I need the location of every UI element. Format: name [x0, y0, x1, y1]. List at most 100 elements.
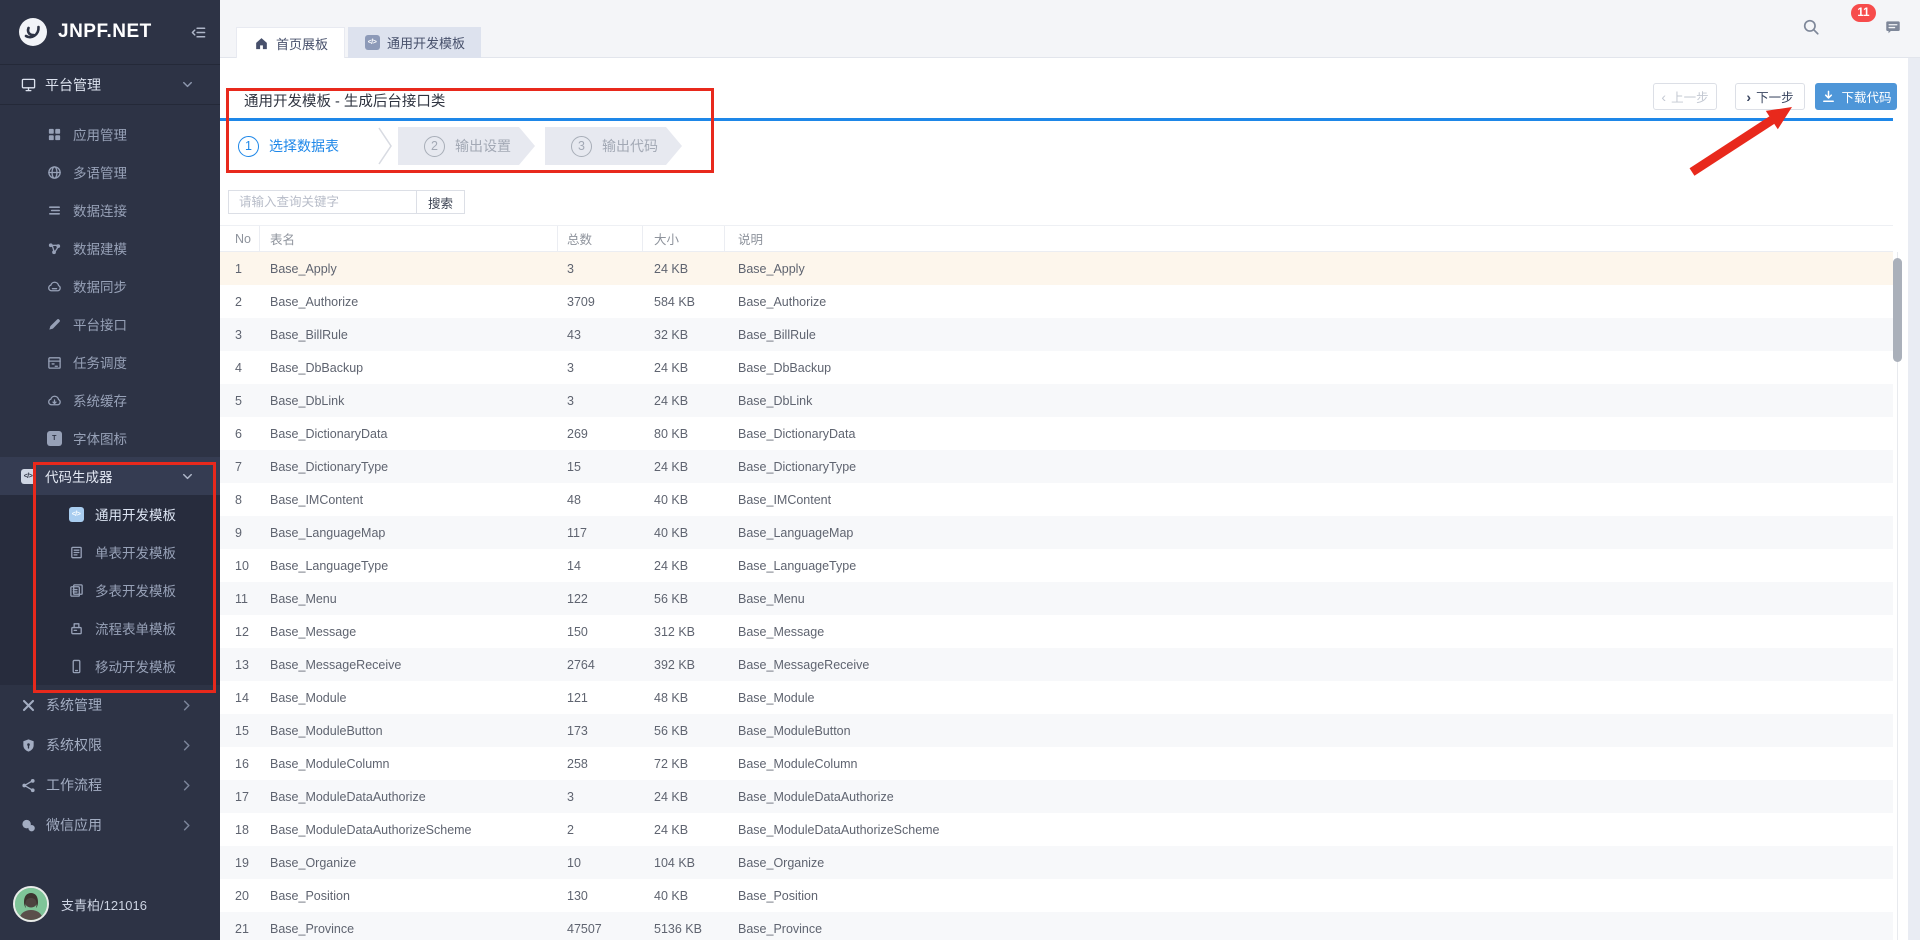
sidebar-section-label: 平台管理: [45, 76, 101, 93]
table-cell: Base_ModuleButton: [270, 723, 383, 738]
sidebar-subitem[interactable]: 多表开发模板: [0, 571, 220, 609]
table-row[interactable]: 12 Base_Message 150 312 KB Base_Message: [220, 615, 1893, 648]
column-header[interactable]: 大小: [643, 226, 725, 251]
sidebar-items: 应用管理 多语管理 数据连接 数据建模 数据同步 平台接口 任务调度 系统缓存 T 字体图标: [0, 105, 220, 457]
table-cell: 12: [235, 624, 249, 639]
table-row[interactable]: 11 Base_Menu 122 56 KB Base_Menu: [220, 582, 1893, 615]
search-button[interactable]: 搜索: [416, 190, 465, 214]
table-cell: 24 KB: [654, 822, 689, 837]
sidebar-subitem[interactable]: 流程表单模板: [0, 609, 220, 647]
bell-icon[interactable]: 11: [1842, 4, 1876, 36]
sidebar-section-platform-management[interactable]: 平台管理: [0, 64, 220, 105]
table-cell: Base_LanguageMap: [270, 525, 386, 540]
sidebar-item-code-generator[interactable]: </> 代码生成器: [0, 457, 220, 495]
column-header[interactable]: 表名: [260, 226, 558, 251]
column-header[interactable]: No: [220, 226, 260, 251]
sidebar-subitem[interactable]: 单表开发模板: [0, 533, 220, 571]
table-cell: 24 KB: [654, 558, 689, 573]
sidebar-item[interactable]: 数据连接: [0, 191, 220, 229]
table-row[interactable]: 8 Base_IMContent 48 40 KB Base_IMContent: [220, 483, 1893, 516]
table-cell: 43: [567, 327, 581, 342]
sidebar-item[interactable]: 系统管理: [0, 685, 220, 725]
sidebar-subitem[interactable]: </> 通用开发模板: [0, 495, 220, 533]
table-cell: 3: [567, 360, 574, 375]
chevron-right-icon: [178, 737, 194, 753]
table-row[interactable]: 7 Base_DictionaryType 15 24 KB Base_Dictiona…: [220, 450, 1893, 483]
shield-icon: [20, 737, 36, 753]
sidebar-item-label: 字体图标: [73, 432, 127, 447]
table-row[interactable]: 14 Base_Module 121 48 KB Base_Module: [220, 681, 1893, 714]
search-icon[interactable]: [1801, 17, 1820, 36]
table-cell: 24 KB: [654, 393, 689, 408]
chevron-down-icon: [179, 77, 195, 93]
table-cell: Base_MessageReceive: [270, 657, 402, 672]
sidebar-item[interactable]: T 字体图标: [0, 419, 220, 457]
table-cell: Base_Organize: [738, 855, 825, 870]
step-number: 1: [238, 135, 259, 157]
scrollbar-thumb[interactable]: [1893, 258, 1902, 362]
data-sync-icon: [46, 278, 62, 294]
table-cell: 7: [235, 459, 242, 474]
sidebar-subitem[interactable]: 移动开发模板: [0, 647, 220, 685]
table-cell: 16: [235, 756, 249, 771]
table-row[interactable]: 2 Base_Authorize 3709 584 KB Base_Authorize: [220, 285, 1893, 318]
single-table-icon: [68, 544, 84, 560]
sidebar-item[interactable]: 应用管理: [0, 115, 220, 153]
table-row[interactable]: 6 Base_DictionaryData 269 80 KB Base_Diction…: [220, 417, 1893, 450]
table-row[interactable]: 16 Base_ModuleColumn 258 72 KB Base_ModuleCo…: [220, 747, 1893, 780]
table-row[interactable]: 1 Base_Apply 3 24 KB Base_Apply: [220, 252, 1893, 285]
sidebar-item[interactable]: 平台接口: [0, 305, 220, 343]
cache-icon: [46, 392, 62, 408]
table-row[interactable]: 17 Base_ModuleDataAuthorize 3 24 KB Base_Mod…: [220, 780, 1893, 813]
table-row[interactable]: 4 Base_DbBackup 3 24 KB Base_DbBackup: [220, 351, 1893, 384]
table-row[interactable]: 18 Base_ModuleDataAuthorizeScheme 2 24 KB Ba…: [220, 813, 1893, 846]
table-cell: 3: [567, 789, 574, 804]
sidebar-subitem-label: 流程表单模板: [95, 622, 176, 637]
table-row[interactable]: 13 Base_MessageReceive 2764 392 KB Base_Mess…: [220, 648, 1893, 681]
table-cell: Base_DictionaryData: [738, 426, 856, 441]
table-cell: 24 KB: [654, 459, 689, 474]
sidebar-item[interactable]: 系统缓存: [0, 381, 220, 419]
table-row[interactable]: 21 Base_Province 47507 5136 KB Base_Province: [220, 912, 1893, 940]
tab-item[interactable]: 首页展板: [236, 27, 346, 58]
table-row[interactable]: 19 Base_Organize 10 104 KB Base_Organize: [220, 846, 1893, 879]
table-cell: Base_LanguageType: [270, 558, 389, 573]
table-row[interactable]: 10 Base_LanguageType 14 24 KB Base_LanguageT…: [220, 549, 1893, 582]
table-cell: Base_ModuleDataAuthorizeScheme: [270, 822, 472, 837]
sidebar-item[interactable]: 数据建模: [0, 229, 220, 267]
sidebar-item[interactable]: 工作流程: [0, 765, 220, 805]
table-row[interactable]: 3 Base_BillRule 43 32 KB Base_BillRule: [220, 318, 1893, 351]
column-header[interactable]: 说明: [725, 226, 1893, 251]
collapse-sidebar-icon[interactable]: [190, 24, 206, 40]
column-header[interactable]: 总数: [558, 226, 643, 251]
table-row[interactable]: 15 Base_ModuleButton 173 56 KB Base_ModuleBu…: [220, 714, 1893, 747]
user-profile[interactable]: 支青柏/121016: [13, 886, 147, 922]
table-row[interactable]: 5 Base_DbLink 3 24 KB Base_DbLink: [220, 384, 1893, 417]
message-icon[interactable]: [1883, 17, 1902, 36]
table-cell: 47507: [567, 921, 602, 936]
annotation-arrow: [1689, 107, 1792, 176]
sidebar-item[interactable]: 系统权限: [0, 725, 220, 765]
step-2: 2 输出设置: [398, 127, 535, 165]
tab-active[interactable]: </> 通用开发模板: [348, 27, 482, 58]
sidebar-item[interactable]: 数据同步: [0, 267, 220, 305]
download-icon: [1820, 89, 1836, 105]
table-cell: Base_IMContent: [738, 492, 832, 507]
sidebar-item[interactable]: 微信应用: [0, 805, 220, 845]
next-step-button[interactable]: › 下一步: [1735, 83, 1805, 110]
table-row[interactable]: 20 Base_Position 130 40 KB Base_Position: [220, 879, 1893, 912]
prev-step-button[interactable]: ‹ 上一步: [1653, 83, 1717, 110]
code-generator-icon: </>: [20, 468, 36, 484]
sidebar-item[interactable]: 多语管理: [0, 153, 220, 191]
sidebar-item[interactable]: 任务调度: [0, 343, 220, 381]
table-row[interactable]: 9 Base_LanguageMap 117 40 KB Base_LanguageMa…: [220, 516, 1893, 549]
download-code-button[interactable]: 下载代码: [1815, 83, 1897, 110]
sidebar-item-label: 系统管理: [46, 697, 102, 713]
table-cell: 117: [567, 525, 587, 540]
table-cell: 3709: [567, 294, 595, 309]
table-cell: 80 KB: [654, 426, 689, 441]
sidebar-item-label: 微信应用: [46, 817, 102, 833]
search-input[interactable]: [228, 190, 416, 214]
table-cell: 21: [235, 921, 249, 936]
table-cell: 13: [235, 657, 249, 672]
